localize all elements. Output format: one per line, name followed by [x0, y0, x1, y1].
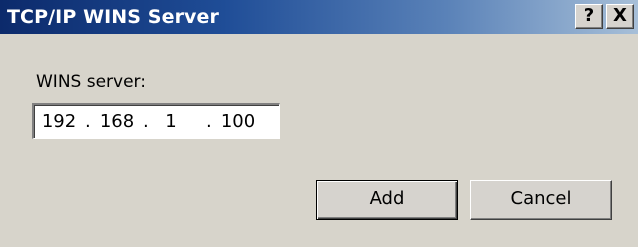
dialog-body: WINS server: 192 . 168 . 1 . 100 Add Can… [0, 34, 638, 247]
wins-server-ip-input[interactable]: 192 . 168 . 1 . 100 [32, 103, 280, 139]
ip-octet-3[interactable]: 1 [150, 112, 192, 132]
add-button[interactable]: Add [316, 180, 458, 220]
dialog-title: TCP/IP WINS Server [7, 6, 219, 28]
ip-octet-1[interactable]: 192 [38, 112, 80, 132]
ip-separator: . [206, 111, 212, 132]
ip-separator: . [143, 111, 149, 132]
cancel-button[interactable]: Cancel [470, 180, 612, 220]
dialog-window: TCP/IP WINS Server ? X WINS server: 192 … [0, 0, 638, 247]
close-button[interactable]: X [606, 4, 634, 29]
wins-server-label: WINS server: [36, 72, 146, 92]
ip-octet-2[interactable]: 168 [96, 112, 138, 132]
title-bar[interactable]: TCP/IP WINS Server ? X [0, 0, 638, 34]
ip-separator: . [85, 111, 91, 132]
ip-octet-4[interactable]: 100 [217, 112, 259, 132]
help-button[interactable]: ? [575, 4, 603, 29]
